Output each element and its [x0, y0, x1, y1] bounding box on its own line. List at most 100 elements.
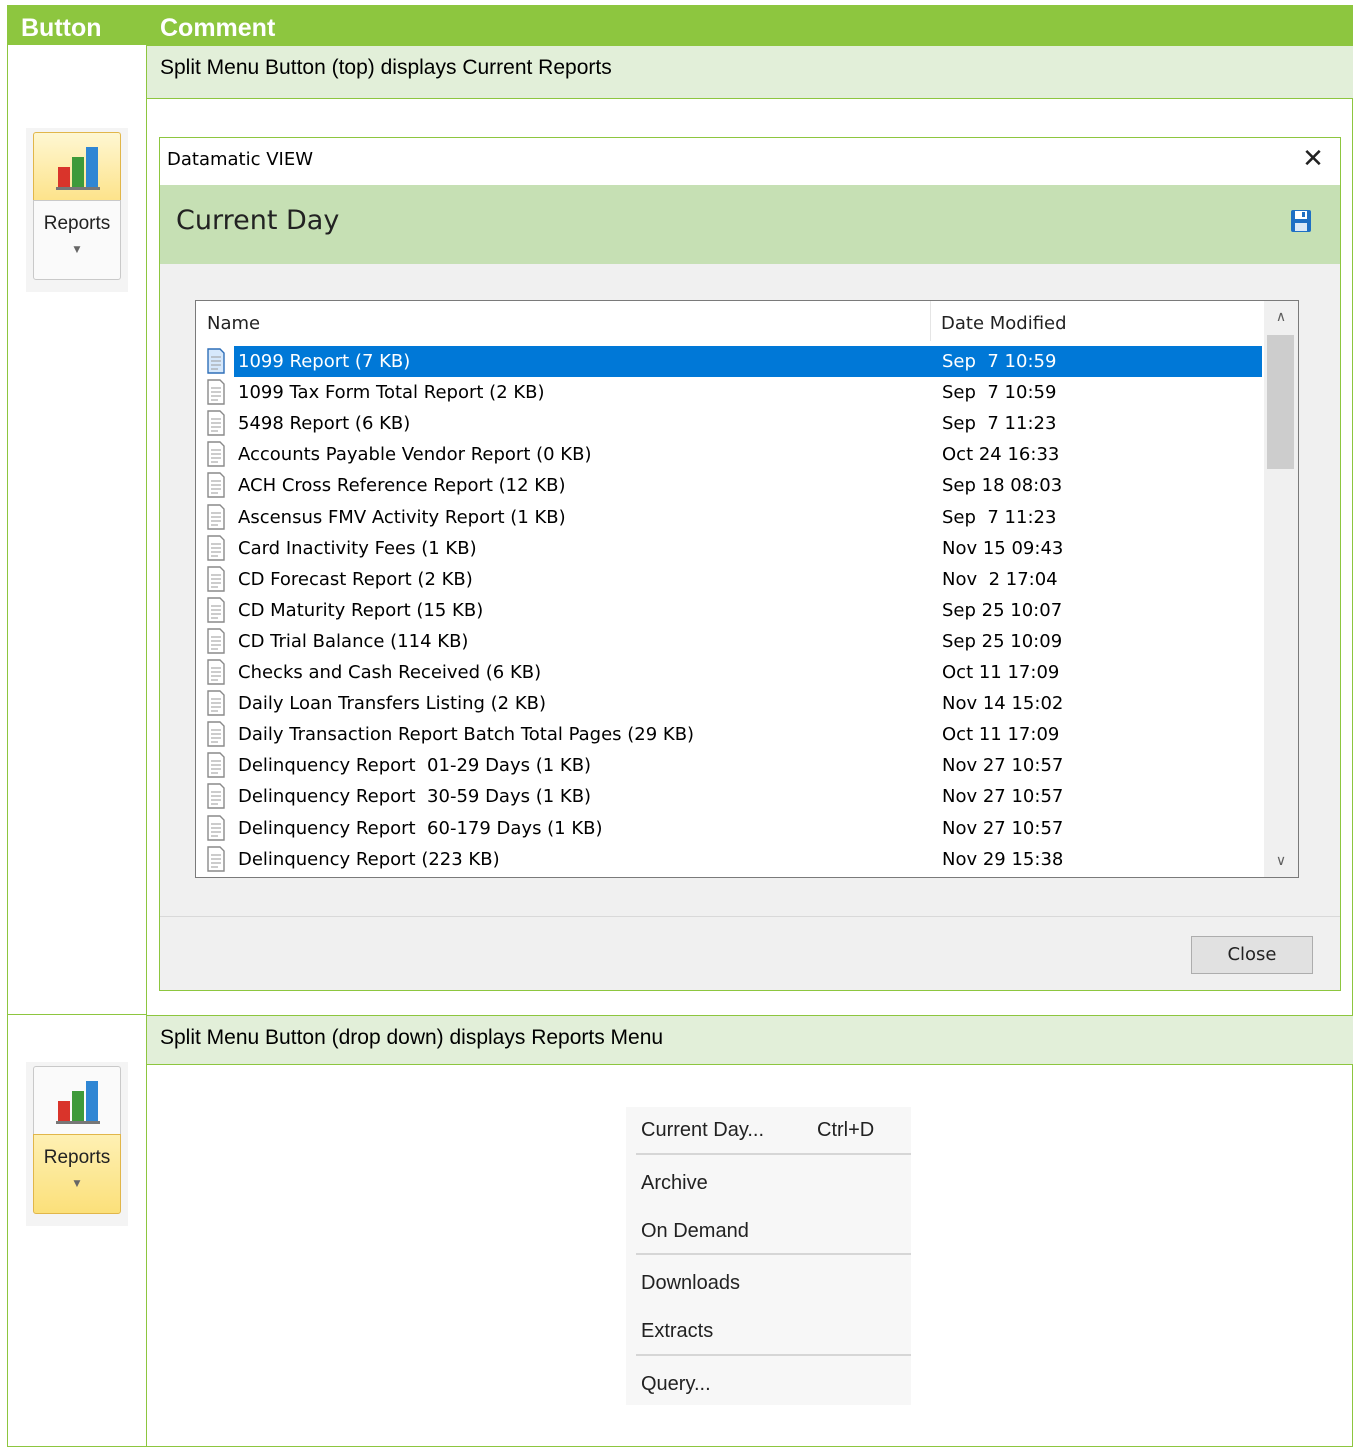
dialog-title: Datamatic VIEW — [167, 149, 314, 170]
reports-button-dropdown[interactable]: Reports ▼ — [33, 1134, 121, 1214]
document-icon — [207, 379, 225, 405]
file-row[interactable]: 1099 Report (7 KB) Sep 7 10:59 — [204, 346, 1262, 377]
file-name: Ascensus FMV Activity Report (1 KB) — [238, 506, 566, 528]
bar-chart-icon — [56, 147, 100, 190]
dropdown-arrow-icon: ▼ — [73, 245, 81, 255]
file-date-modified: Nov 15 09:43 — [942, 537, 1064, 559]
dropdown-arrow-icon: ▼ — [73, 1179, 81, 1189]
file-row[interactable]: 1099 Tax Form Total Report (2 KB) Sep 7 1… — [204, 377, 1262, 408]
document-icon — [207, 534, 225, 561]
file-date-modified: Sep 7 11:23 — [942, 506, 1057, 528]
file-name: CD Maturity Report (15 KB) — [238, 599, 484, 621]
close-button[interactable]: Close — [1191, 936, 1313, 974]
dialog-footer-divider — [160, 916, 1340, 917]
chevron-up-icon[interactable]: ∧ — [1264, 303, 1298, 331]
file-date-modified: Nov 27 10:57 — [942, 755, 1064, 777]
file-row[interactable]: CD Trial Balance (114 KB) Sep 25 10:09 — [204, 626, 1262, 657]
document-icon — [207, 472, 225, 499]
menu-item-archive[interactable]: Archive — [626, 1160, 911, 1206]
file-row[interactable]: Daily Loan Transfers Listing (2 KB) Nov 1… — [204, 688, 1262, 719]
column-header-comment: Comment — [160, 14, 276, 42]
document-icon — [207, 503, 225, 530]
menu-item-label: On Demand — [641, 1220, 749, 1242]
menu-item-on-demand[interactable]: On Demand — [626, 1208, 911, 1254]
column-separator[interactable] — [930, 301, 931, 341]
reports-button-label: Reports — [43, 1147, 111, 1168]
file-date-modified: Sep 25 10:09 — [942, 630, 1063, 652]
reports-split-button: Reports ▼ — [26, 128, 128, 292]
file-row[interactable]: 5498 Report (6 KB) Sep 7 11:23 — [204, 408, 1262, 439]
file-name: Delinquency Report (223 KB) — [238, 848, 500, 870]
file-row[interactable]: Card Inactivity Fees (1 KB) Nov 15 09:43 — [204, 533, 1262, 564]
bar-chart-icon — [56, 1081, 100, 1124]
reports-button-top[interactable] — [33, 132, 121, 200]
close-icon[interactable]: ✕ — [1298, 144, 1328, 174]
file-row[interactable]: Ascensus FMV Activity Report (1 KB) Sep 7… — [204, 502, 1262, 533]
document-icon — [207, 441, 225, 467]
file-name: 1099 Tax Form Total Report (2 KB) — [238, 382, 545, 404]
reports-button-top[interactable] — [33, 1066, 121, 1134]
scrollbar-thumb[interactable] — [1267, 335, 1294, 469]
document-icon — [207, 690, 225, 716]
file-row[interactable]: ACH Cross Reference Report (12 KB) Sep 18… — [204, 470, 1262, 501]
reports-button-label: Reports — [43, 213, 111, 234]
menu-item-downloads[interactable]: Downloads — [626, 1260, 911, 1306]
menu-separator — [636, 1354, 911, 1356]
menu-separator — [636, 1253, 911, 1255]
file-name: Checks and Cash Received (6 KB) — [238, 662, 542, 683]
file-row[interactable]: CD Forecast Report (2 KB) Nov 2 17:04 — [204, 564, 1262, 595]
row1-comment: Split Menu Button (top) displays Current… — [147, 45, 1353, 99]
reports-menu: Current Day... Ctrl+D Archive On Demand … — [626, 1107, 911, 1405]
file-row[interactable]: Accounts Payable Vendor Report (0 KB) Oct… — [204, 439, 1262, 470]
file-date-modified: Sep 7 10:59 — [942, 382, 1057, 404]
column-divider — [146, 5, 147, 1447]
file-name: Delinquency Report 01-29 Days (1 KB) — [238, 755, 592, 777]
file-row[interactable]: Delinquency Report 60-179 Days (1 KB) Nov… — [204, 813, 1262, 844]
file-row[interactable]: Delinquency Report 01-29 Days (1 KB) Nov … — [204, 750, 1262, 781]
file-date-modified: Nov 29 15:38 — [942, 848, 1064, 870]
menu-item-label: Extracts — [641, 1320, 714, 1342]
row1-comment-text: Split Menu Button (top) displays Current… — [160, 56, 612, 79]
file-name: Delinquency Report 30-59 Days (1 KB) — [238, 786, 592, 808]
document-icon — [207, 348, 225, 374]
chevron-down-icon[interactable]: ∨ — [1264, 847, 1298, 875]
file-row[interactable]: Delinquency Report (223 KB) Nov 29 15:38 — [204, 844, 1262, 875]
row2-comment: Split Menu Button (drop down) displays R… — [147, 1015, 1353, 1065]
dialog-titlebar: Datamatic VIEW ✕ — [160, 138, 1340, 185]
report-file-list[interactable]: Name Date Modified 1099 Report (7 KB) Sep… — [195, 300, 1299, 878]
file-name: Daily Transaction Report Batch Total Pag… — [238, 724, 695, 746]
file-row[interactable]: Delinquency Report 30-59 Days (1 KB) Nov … — [204, 781, 1262, 812]
menu-item-label: Downloads — [641, 1272, 740, 1294]
document-icon — [207, 597, 225, 623]
menu-item-query[interactable]: Query... — [626, 1361, 911, 1407]
menu-separator — [636, 1153, 911, 1155]
document-icon — [207, 565, 225, 592]
menu-item-shortcut: Ctrl+D — [817, 1119, 875, 1141]
file-name: Card Inactivity Fees (1 KB) — [238, 537, 477, 559]
file-row[interactable]: CD Maturity Report (15 KB) Sep 25 10:07 — [204, 595, 1262, 626]
file-date-modified: Nov 14 15:02 — [942, 693, 1064, 715]
file-name: 5498 Report (6 KB) — [238, 413, 411, 435]
file-name: CD Forecast Report (2 KB) — [238, 568, 473, 590]
file-date-modified: Sep 7 11:23 — [942, 413, 1057, 435]
file-row[interactable]: Daily Transaction Report Batch Total Pag… — [204, 719, 1262, 750]
reports-button-dropdown[interactable]: Reports ▼ — [33, 200, 121, 280]
menu-item-current-day[interactable]: Current Day... Ctrl+D — [626, 1107, 911, 1153]
document-icon — [207, 814, 225, 841]
file-row[interactable]: Checks and Cash Received (6 KB) Oct 11 17… — [204, 657, 1262, 688]
column-header-date-modified[interactable]: Date Modified — [941, 313, 1067, 334]
menu-item-label: Query... — [641, 1373, 711, 1395]
row-divider — [7, 1014, 147, 1015]
document-icon — [207, 721, 225, 747]
dialog-banner: Current Day — [160, 185, 1340, 264]
dialog-heading: Current Day — [176, 205, 340, 236]
save-icon[interactable] — [1290, 209, 1312, 233]
vertical-scrollbar[interactable]: ∧ ∨ — [1264, 301, 1298, 877]
document-icon — [207, 783, 225, 810]
menu-item-extracts[interactable]: Extracts — [626, 1308, 911, 1354]
file-date-modified: Sep 7 10:59 — [936, 346, 1262, 377]
document-icon — [207, 845, 225, 872]
column-header-name[interactable]: Name — [207, 313, 260, 334]
file-date-modified: Nov 27 10:57 — [942, 786, 1064, 808]
menu-item-label: Current Day... — [641, 1119, 764, 1141]
